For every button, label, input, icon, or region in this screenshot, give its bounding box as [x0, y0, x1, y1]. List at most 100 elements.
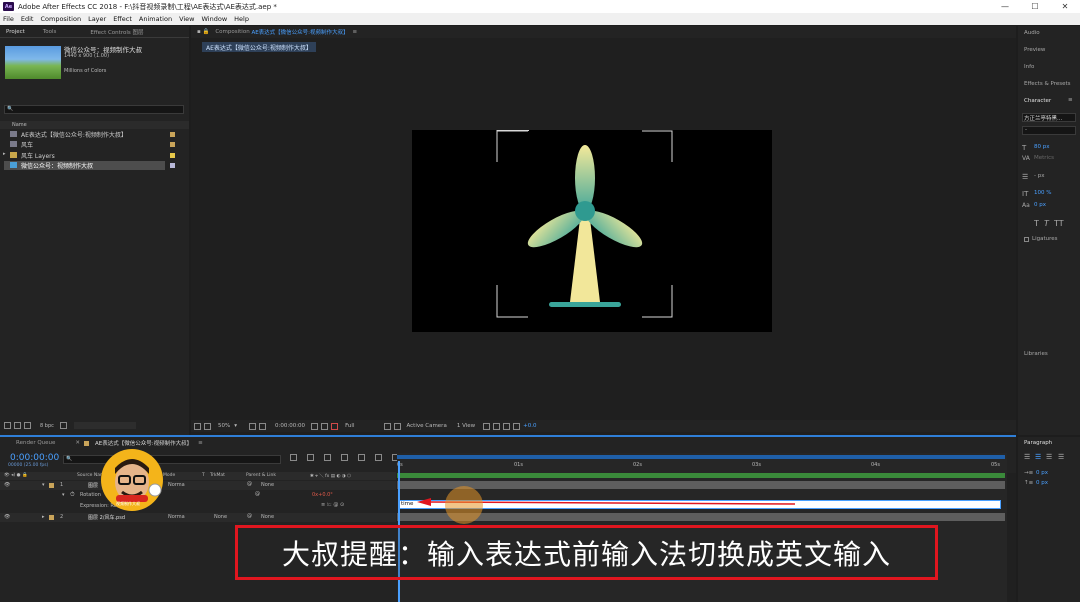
ligatures-checkbox[interactable]	[1024, 237, 1029, 242]
panel-menu-icon[interactable]: ≡	[353, 29, 358, 35]
composition-tab-name[interactable]: AE表达式【微信公众号:视频制作大叔】	[251, 28, 348, 36]
shy-layers-icon[interactable]	[324, 454, 331, 461]
interpret-footage-icon[interactable]	[4, 422, 11, 429]
column-parent[interactable]: Parent & Link	[246, 473, 276, 478]
label-color-swatch[interactable]	[170, 163, 175, 168]
menu-help[interactable]: Help	[234, 15, 249, 23]
viewer-timecode[interactable]: 0:00:00:00	[275, 423, 305, 429]
composition-viewer[interactable]	[412, 130, 772, 332]
fast-preview-icon[interactable]	[483, 422, 491, 430]
panel-info[interactable]: Info	[1024, 64, 1034, 70]
timeline-icon[interactable]	[493, 422, 501, 430]
expression-row[interactable]: Expression: Rotation ≡ 🗠 @ ⊙	[0, 501, 396, 510]
project-search-input[interactable]: 🔍	[4, 105, 184, 114]
lock-icon[interactable]: ▪ 🔒	[191, 29, 215, 35]
project-item-row[interactable]: AE表达式【微信公众号:视频制作大叔】	[0, 130, 189, 139]
graph-editor-icon[interactable]	[375, 454, 382, 461]
layer-name[interactable]: 图层	[88, 482, 98, 489]
layer-mode-select[interactable]: Norma	[168, 514, 185, 520]
column-t[interactable]: T	[202, 473, 205, 478]
maximize-button[interactable]: ☐	[1020, 0, 1050, 13]
mask-icon[interactable]	[259, 422, 266, 430]
layer-trkmat-select[interactable]: None	[214, 514, 227, 520]
magnifier-icon[interactable]	[194, 422, 201, 430]
chevron-right-icon[interactable]: ▸	[42, 514, 45, 520]
video-toggle-icon[interactable]: 👁	[4, 514, 10, 520]
timeline-timecode[interactable]: 0:00:00:00	[10, 453, 59, 463]
font-size-value[interactable]: 80 px	[1034, 144, 1050, 150]
menu-file[interactable]: File	[3, 15, 14, 23]
zoom-level[interactable]: 50%	[218, 423, 230, 429]
panel-character[interactable]: Character	[1024, 98, 1051, 104]
timeline-search-input[interactable]: 🔍	[63, 455, 281, 464]
layer-2-duration-bar[interactable]	[397, 513, 1005, 521]
work-area-bar[interactable]	[397, 455, 1005, 459]
justify-icon[interactable]: ☰	[1058, 453, 1064, 461]
grid-icon[interactable]	[249, 422, 256, 430]
font-style-select[interactable]: -	[1022, 126, 1076, 135]
project-item-row-selected[interactable]: 微信公众号：视频制作大叔	[4, 161, 165, 170]
align-right-icon[interactable]: ☰	[1046, 453, 1052, 461]
motion-blur-icon[interactable]	[358, 454, 365, 461]
channel-icon[interactable]	[321, 422, 329, 430]
frame-blending-icon[interactable]	[341, 454, 348, 461]
timeline-layer-row[interactable]: 👁 ▸ 2 图层 2/风车.psd Norma None @ None	[0, 513, 396, 522]
align-left-icon[interactable]: ☰	[1024, 453, 1030, 461]
parent-pickwhip-icon[interactable]: @	[247, 481, 252, 487]
menu-animation[interactable]: Animation	[139, 15, 172, 23]
camera-select[interactable]: Active Camera	[406, 423, 446, 429]
stopwatch-icon[interactable]: ⏱	[70, 491, 75, 499]
region-icon[interactable]	[384, 422, 392, 430]
label-color-swatch[interactable]	[170, 153, 175, 158]
menu-effect[interactable]: Effect	[113, 15, 132, 23]
close-icon[interactable]: ✕	[75, 440, 80, 446]
camera-icon[interactable]	[311, 422, 319, 430]
layer-parent-select[interactable]: None	[261, 482, 274, 488]
column-name[interactable]: Name	[12, 122, 27, 128]
space-before-value[interactable]: 0 px	[1036, 480, 1048, 486]
menu-window[interactable]: Window	[202, 15, 228, 23]
composition-tab-prefix[interactable]: Composition	[215, 29, 251, 35]
panel-audio[interactable]: Audio	[1024, 30, 1040, 36]
font-family-select[interactable]: 方正兰亭特黑...	[1022, 113, 1076, 122]
video-toggle-icon[interactable]: 👁	[4, 482, 10, 488]
rotation-value[interactable]: 0x+0.0°	[312, 492, 333, 498]
layer-name[interactable]: 图层 2/风车.psd	[88, 514, 125, 521]
views-select[interactable]: 1 View	[457, 423, 475, 429]
kerning-value[interactable]: Metrics	[1034, 155, 1054, 161]
label-color-swatch[interactable]	[170, 142, 175, 147]
all-caps-icon[interactable]: TT	[1054, 219, 1064, 228]
chevron-right-icon[interactable]: ▸	[3, 151, 6, 157]
layer-label-swatch[interactable]	[49, 483, 54, 488]
layer-label-swatch[interactable]	[49, 515, 54, 520]
timeline-vertical-scrollbar[interactable]	[1007, 473, 1016, 602]
color-channel-icon[interactable]	[331, 422, 339, 430]
project-item-row[interactable]: 风车	[0, 140, 189, 149]
tab-project[interactable]: Project	[0, 29, 31, 35]
time-ruler[interactable]: 0s 01s 02s 03s 04s 05s	[397, 462, 1005, 472]
draft-3d-icon[interactable]	[307, 454, 314, 461]
composition-breadcrumb[interactable]: AE表达式【微信公众号:视频制作大叔】	[202, 42, 316, 52]
indent-left-value[interactable]: 0 px	[1036, 470, 1048, 476]
leading-value[interactable]: - px	[1034, 173, 1044, 179]
pickwhip-icon[interactable]: @	[255, 491, 260, 497]
chevron-down-icon[interactable]: ▾	[42, 482, 45, 488]
expression-controls-icon[interactable]: ≡ 🗠 @ ⊙	[321, 502, 344, 510]
parent-pickwhip-icon[interactable]: @	[247, 513, 252, 519]
chevron-down-icon[interactable]: ▾	[62, 492, 65, 498]
faux-bold-icon[interactable]: T	[1034, 219, 1039, 228]
project-item-row[interactable]: ▸ 风车 Layers	[0, 151, 189, 160]
bpc-indicator[interactable]: 8 bpc	[40, 423, 54, 429]
timeline-layer-row[interactable]: 👁 ▾ 1 图层 Norma @ None	[0, 481, 396, 490]
layer-mode-select[interactable]: Norma	[168, 482, 185, 488]
panel-preview[interactable]: Preview	[1024, 47, 1045, 53]
tab-render-queue[interactable]: Render Queue	[10, 440, 61, 446]
rotation-property-row[interactable]: ▾ ⏱ Rotation @ 0x+0.0°	[0, 491, 396, 500]
new-folder-icon[interactable]	[14, 422, 21, 429]
comp-mini-flowchart-icon[interactable]	[290, 454, 297, 461]
menu-edit[interactable]: Edit	[21, 15, 34, 23]
exposure-value[interactable]: +0.0	[523, 423, 536, 429]
trash-icon[interactable]	[59, 422, 67, 429]
menu-composition[interactable]: Composition	[40, 15, 81, 23]
new-composition-icon[interactable]	[24, 422, 31, 429]
